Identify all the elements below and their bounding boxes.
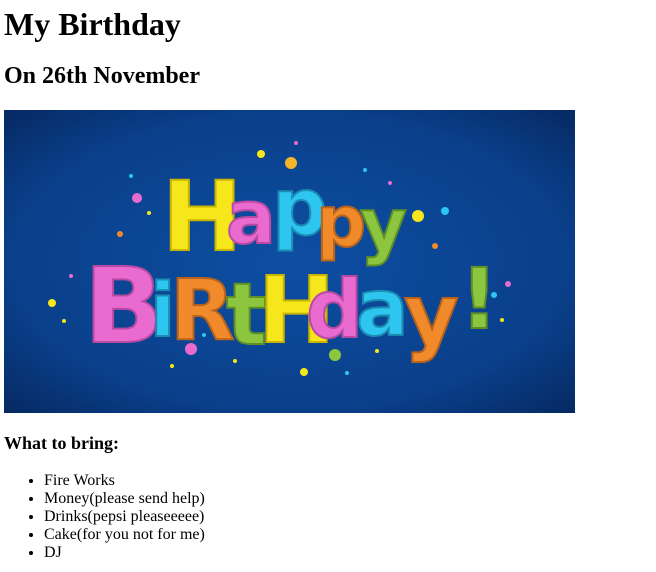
banner-letter: y bbox=[360, 183, 407, 267]
list-item: Cake(for you not for me) bbox=[44, 526, 205, 544]
list-item: DJ bbox=[44, 544, 205, 562]
list-item: Fire Works bbox=[44, 472, 205, 490]
list-item: Drinks(pepsi pleaseeeee) bbox=[44, 508, 205, 526]
banner-letter: a bbox=[226, 175, 276, 261]
banner-letter: R bbox=[170, 261, 235, 359]
list-item: Money(please send help) bbox=[44, 490, 205, 508]
bring-list: Fire Works Money(please send help) Drink… bbox=[4, 472, 205, 562]
page-subtitle: On 26th November bbox=[4, 63, 200, 89]
page-title: My Birthday bbox=[4, 6, 181, 42]
banner-letter: y bbox=[404, 266, 459, 364]
bring-list-heading: What to bring: bbox=[4, 433, 120, 453]
banner-letter: ! bbox=[460, 250, 498, 348]
banner-letter: a bbox=[356, 264, 409, 354]
happy-birthday-banner-image: H a p p y B i R t H d a y ! bbox=[4, 110, 575, 413]
banner-letter: p bbox=[316, 181, 366, 263]
banner-letter: d bbox=[306, 263, 363, 356]
